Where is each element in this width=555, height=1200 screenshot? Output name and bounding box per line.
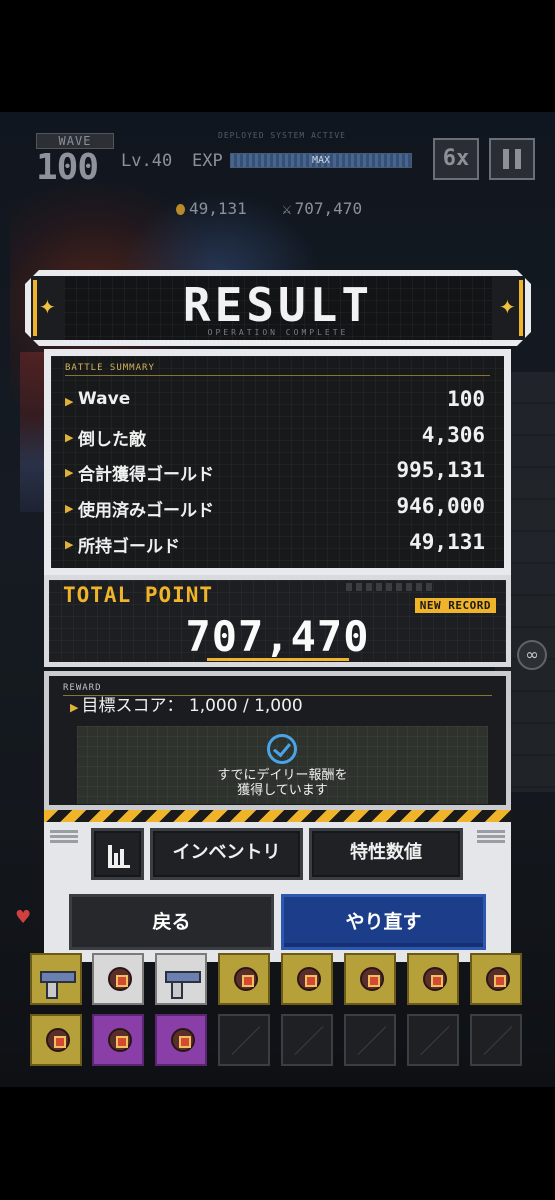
system-status: DEPLOYED SYSTEM ACTIVE — [218, 131, 346, 140]
arrow-icon: ▶ — [65, 395, 74, 408]
score-counter: ⚔ 707,470 — [282, 199, 362, 218]
stats-button[interactable] — [91, 828, 144, 880]
total-point-label: TOTAL POINT — [63, 583, 214, 607]
reward-message: すでにデイリー報酬を 獲得しています — [217, 768, 348, 798]
wave-number: 100 — [36, 147, 99, 188]
inventory-slot-empty[interactable] — [218, 1014, 270, 1066]
summary-row-total-gold: ▶ 合計獲得ゴールド 995,131 — [65, 458, 485, 485]
crossed-swords-icon: ⚔ — [282, 199, 292, 218]
wave-counter: WAVE 100 — [36, 133, 114, 188]
summary-row-enemies: ▶ 倒した敵 4,306 — [65, 423, 485, 450]
infinity-icon[interactable]: ∞ — [517, 640, 547, 670]
total-point-value: 707,470 — [185, 612, 370, 661]
inventory-slot-empty[interactable] — [344, 1014, 396, 1066]
inventory-slot-empty[interactable] — [281, 1014, 333, 1066]
total-point-panel: TOTAL POINT NEW RECORD 707,470 — [44, 575, 511, 667]
inventory-slot-empty[interactable] — [407, 1014, 459, 1066]
grenade-icon — [297, 967, 321, 991]
pause-button[interactable] — [489, 138, 535, 180]
traits-button[interactable]: 特性数値 — [309, 828, 463, 880]
arrow-icon: ▶ — [65, 502, 74, 515]
gun-icon — [165, 971, 201, 999]
sparkle-icon: ✦ — [499, 295, 516, 319]
coin-icon — [176, 204, 185, 215]
result-side-left: ✦ — [31, 276, 65, 340]
grip-icon — [477, 830, 505, 844]
inventory-row-1 — [30, 953, 530, 1007]
grenade-icon — [423, 967, 447, 991]
inventory-slot[interactable] — [30, 1014, 82, 1066]
grenade-icon — [171, 1028, 195, 1052]
exp-status: MAX — [311, 155, 331, 166]
hazard-stripe — [44, 810, 511, 822]
summary-row-held-gold: ▶ 所持ゴールド 49,131 — [65, 530, 485, 557]
result-subtitle: OPERATION COMPLETE — [207, 328, 349, 337]
summary-row-wave: ▶ Wave 100 — [65, 387, 485, 411]
grip-icon — [50, 830, 78, 844]
inventory-slot[interactable] — [218, 953, 270, 1005]
bar-chart-icon — [108, 843, 130, 868]
score-value: 707,470 — [294, 199, 363, 218]
gun-icon — [40, 971, 76, 999]
inventory-row-2 — [30, 1014, 530, 1068]
reward-panel: REWARD ▶ 目標スコア： 1,000 / 1,000 すでにデイリー報酬を … — [44, 671, 511, 814]
arrow-icon: ▶ — [65, 538, 74, 551]
grenade-icon — [486, 967, 510, 991]
inventory-slot[interactable] — [92, 1014, 144, 1066]
reward-title: ▶ 目標スコア： 1,000 / 1,000 — [70, 696, 303, 716]
heart-icon: ♥ — [15, 907, 32, 928]
gold-value: 49,131 — [189, 199, 247, 218]
player-level: Lv.40 — [121, 151, 173, 171]
arrow-icon: ▶ — [65, 431, 74, 444]
inventory-slot[interactable] — [155, 1014, 207, 1066]
inventory-slot[interactable] — [281, 953, 333, 1005]
exp-label: EXP — [192, 151, 223, 171]
gold-counter: 49,131 — [176, 199, 247, 218]
inventory-slot-empty[interactable] — [470, 1014, 522, 1066]
exp-bar: MAX — [230, 153, 412, 168]
inventory-slot[interactable] — [470, 953, 522, 1005]
new-record-badge: NEW RECORD — [414, 598, 496, 613]
summary-row-used-gold: ▶ 使用済みゴールド 946,000 — [65, 494, 485, 521]
grenade-icon — [360, 967, 384, 991]
arrow-icon: ▶ — [65, 466, 74, 479]
summary-tag: BATTLE SUMMARY — [65, 363, 155, 373]
grenade-icon — [108, 1028, 132, 1052]
pause-icon — [515, 149, 521, 169]
inventory-slot[interactable] — [30, 953, 82, 1005]
retry-button[interactable]: やり直す — [281, 894, 486, 950]
grenade-icon — [108, 967, 132, 991]
result-side-right: ✦ — [491, 276, 525, 340]
back-button[interactable]: 戻る — [69, 894, 274, 950]
battle-summary-panel: BATTLE SUMMARY ▶ Wave 100 ▶ 倒した敵 4,306 ▶… — [44, 349, 511, 575]
reward-status-box: すでにデイリー報酬を 獲得しています — [77, 726, 488, 804]
result-title: RESULT — [182, 278, 374, 332]
inventory-slot[interactable] — [92, 953, 144, 1005]
check-circle-icon — [267, 734, 297, 764]
inventory-slot[interactable] — [407, 953, 459, 1005]
sparkle-icon: ✦ — [39, 295, 56, 319]
inventory-slot[interactable] — [155, 953, 207, 1005]
inventory-button[interactable]: インベントリ — [150, 828, 303, 880]
speed-button[interactable]: 6x — [433, 138, 479, 180]
grenade-icon — [46, 1028, 70, 1052]
grenade-icon — [234, 967, 258, 991]
pause-icon — [503, 149, 509, 169]
inventory-slot[interactable] — [344, 953, 396, 1005]
arrow-icon: ▶ — [70, 701, 79, 714]
